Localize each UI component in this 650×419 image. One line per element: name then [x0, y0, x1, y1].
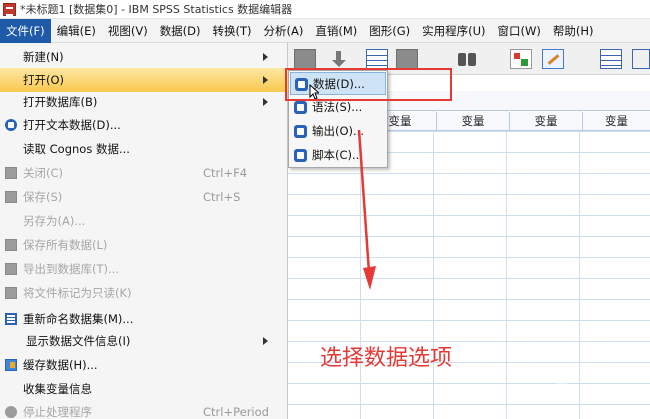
menu-item-save-all[interactable]: 保存所有数据(L): [0, 233, 288, 257]
output-file-icon: [294, 125, 307, 138]
text-data-icon: [5, 119, 17, 131]
menu-item-rename-dataset[interactable]: 重新命名数据集(M)...: [0, 307, 288, 331]
menu-item-label: 将文件标记为只读(K): [23, 286, 132, 300]
column-header[interactable]: 变量: [510, 112, 583, 131]
save-all-icon: [5, 239, 17, 251]
menu-item-save-as[interactable]: 另存为(A)...: [0, 209, 288, 233]
watermark-logo: [553, 366, 633, 388]
edit-icon[interactable]: [542, 49, 564, 69]
stop-icon: [5, 406, 17, 418]
menu-shortcut: Ctrl+S: [203, 190, 241, 204]
menu-view[interactable]: 视图(V): [102, 19, 154, 43]
menu-item-display-file-info[interactable]: 显示数据文件信息(I): [0, 329, 288, 353]
menu-item-label: 导出到数据库(T)...: [23, 262, 119, 276]
close-doc-icon: [5, 167, 17, 179]
annotation-arrow-icon: [357, 130, 376, 290]
save-icon: [5, 191, 17, 203]
menu-utilities[interactable]: 实用程序(U): [416, 19, 491, 43]
chart-icon[interactable]: [510, 49, 532, 69]
menu-item-label: 保存(S): [23, 190, 63, 204]
syntax-file-icon: [294, 101, 307, 114]
print-icon[interactable]: [294, 49, 316, 69]
menu-item-stop-processor[interactable]: 停止处理程序 Ctrl+Period: [0, 400, 288, 419]
menu-item-label: 新建(N): [23, 50, 64, 64]
menu-item-label: 关闭(C): [23, 166, 64, 180]
menu-item-mark-readonly[interactable]: 将文件标记为只读(K): [0, 281, 288, 305]
column-header[interactable]: 变量: [583, 112, 650, 131]
menu-item-label: 收集变量信息: [23, 382, 92, 396]
menu-item-open[interactable]: 打开(O): [0, 68, 288, 92]
menu-item-read-cognos[interactable]: 读取 Cognos 数据...: [0, 137, 288, 161]
script-file-icon: [294, 149, 307, 162]
submenu-arrow-icon: [263, 53, 268, 61]
menu-analyze[interactable]: 分析(A): [258, 19, 310, 43]
table-icon[interactable]: [600, 49, 622, 69]
submenu-arrow-icon: [263, 337, 268, 345]
annotation-text: 选择数据选项: [320, 346, 453, 371]
menu-shortcut: Ctrl+F4: [203, 166, 248, 180]
watermark-circle-icon: [553, 368, 570, 385]
menu-file[interactable]: 文件(F): [0, 18, 51, 43]
menu-item-save[interactable]: 保存(S) Ctrl+S: [0, 185, 288, 209]
menu-graphs[interactable]: 图形(G): [363, 19, 416, 43]
menu-window[interactable]: 窗口(W): [492, 19, 547, 43]
menu-edit[interactable]: 编辑(E): [51, 19, 102, 43]
menu-item-label: 保存所有数据(L): [23, 238, 108, 252]
file-menu-dropdown: 新建(N) 打开(O) 打开数据库(B) 打开文本数据(D)... 读取 Cog…: [0, 43, 288, 419]
menu-item-label: 重新命名数据集(M)...: [23, 312, 134, 326]
menu-item-label: 打开数据库(B): [23, 95, 98, 109]
menu-item-export-database[interactable]: 导出到数据库(T)...: [0, 257, 288, 281]
column-header[interactable]: 变量: [437, 112, 510, 131]
menu-item-open-text-data[interactable]: 打开文本数据(D)...: [0, 113, 288, 137]
spss-app-icon: [3, 2, 16, 16]
menu-item-close[interactable]: 关闭(C) Ctrl+F4: [0, 161, 288, 185]
annotation-highlight-box: [285, 68, 452, 101]
grid-icon[interactable]: [366, 49, 388, 69]
export-db-icon: [5, 263, 17, 275]
menu-item-collect-variable-info[interactable]: 收集变量信息: [0, 377, 288, 401]
cache-data-icon: [5, 359, 17, 371]
submenu-arrow-icon: [263, 98, 268, 106]
menu-item-label: 缓存数据(H)...: [23, 358, 98, 372]
menu-data[interactable]: 数据(D): [154, 19, 207, 43]
menu-item-open-database[interactable]: 打开数据库(B): [0, 90, 288, 114]
menu-item-label: 打开(O): [23, 73, 65, 87]
menu-item-label: 读取 Cognos 数据...: [23, 142, 130, 156]
menu-item-label: 另存为(A)...: [23, 214, 86, 228]
menu-item-label: 打开文本数据(D)...: [23, 118, 121, 132]
menu-item-cache-data[interactable]: 缓存数据(H)...: [0, 353, 288, 377]
window-title: *未标题1 [数据集0] - IBM SPSS Statistics 数据编辑器: [20, 3, 293, 16]
menu-direct-marketing[interactable]: 直销(M): [309, 19, 363, 43]
submenu-arrow-icon: [263, 76, 268, 84]
menu-item-label: 停止处理程序: [23, 405, 92, 419]
rename-dataset-icon: [5, 313, 17, 325]
menu-transform[interactable]: 转换(T): [207, 19, 258, 43]
binoculars-icon[interactable]: [456, 49, 478, 69]
menu-bar: 文件(F) 编辑(E) 视图(V) 数据(D) 转换(T) 分析(A) 直销(M…: [0, 18, 650, 43]
menu-item-label: 显示数据文件信息(I): [26, 334, 131, 348]
menu-item-new[interactable]: 新建(N): [0, 45, 288, 69]
menu-help[interactable]: 帮助(H): [547, 19, 600, 43]
menu-shortcut: Ctrl+Period: [203, 405, 269, 419]
triangle-icon[interactable]: [632, 49, 650, 69]
title-bar: *未标题1 [数据集0] - IBM SPSS Statistics 数据编辑器: [0, 0, 650, 19]
arrow-down-icon[interactable]: [328, 49, 350, 69]
readonly-icon: [5, 287, 17, 299]
gray-grid-icon[interactable]: [396, 49, 418, 69]
